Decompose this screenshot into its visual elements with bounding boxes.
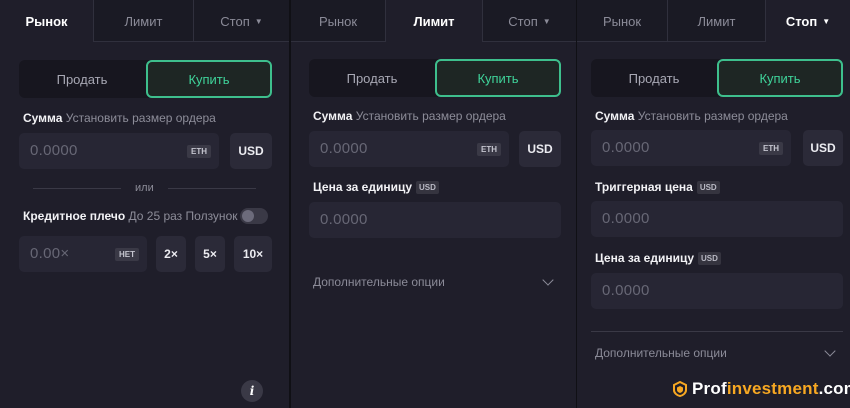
buy-button[interactable]: Купить [146, 60, 272, 98]
side-selector: Продать Купить [591, 59, 843, 97]
market-order-panel: Рынок Лимит Стоп ▼ Продать Купить Сумма У… [0, 0, 289, 408]
divider [33, 188, 121, 189]
caret-down-icon: ▼ [542, 16, 551, 26]
tab-market[interactable]: Рынок [577, 0, 668, 42]
caret-down-icon: ▼ [822, 16, 831, 26]
order-type-tabs: Рынок Лимит Стоп ▼ [291, 0, 576, 42]
order-panels: Рынок Лимит Стоп ▼ Продать Купить Сумма У… [0, 0, 850, 408]
unit-badge: ETH [477, 143, 501, 156]
sell-button[interactable]: Продать [19, 60, 145, 98]
stop-order-panel: Рынок Лимит Стоп ▼ Продать Купить Сумма У… [577, 0, 850, 408]
advanced-options-toggle[interactable]: Дополнительные опции [595, 346, 727, 360]
advanced-options-toggle[interactable]: Дополнительные опции [313, 275, 445, 289]
side-selector: Продать Купить [309, 59, 561, 97]
info-icon[interactable]: i [241, 380, 263, 402]
trigger-price-input[interactable]: 0.0000 [591, 201, 843, 237]
leverage-label: Кредитное плечо До 25 раз Ползунок [23, 209, 238, 223]
divider [591, 331, 843, 332]
chevron-down-icon[interactable] [542, 274, 554, 286]
leverage-2x-button[interactable]: 2× [156, 236, 186, 272]
buy-button[interactable]: Купить [717, 59, 843, 97]
unit-badge: ETH [187, 145, 211, 158]
unit-price-input[interactable]: 0.0000 [309, 202, 561, 238]
amount-label: Сумма Установить размер ордера [595, 109, 788, 123]
currency-toggle-button[interactable]: USD [230, 133, 272, 169]
tab-stop[interactable]: Стоп ▼ [766, 0, 850, 42]
leverage-10x-button[interactable]: 10× [234, 236, 272, 272]
caret-down-icon: ▼ [254, 16, 263, 26]
sell-button[interactable]: Продать [309, 59, 435, 97]
tab-market[interactable]: Рынок [291, 0, 386, 42]
buy-button[interactable]: Купить [435, 59, 561, 97]
currency-badge: USD [696, 181, 720, 194]
tab-stop[interactable]: Стоп ▼ [194, 0, 289, 42]
amount-label: Сумма Установить размер ордера [23, 111, 216, 125]
currency-badge: USD [698, 252, 721, 265]
divider [168, 188, 256, 189]
sell-button[interactable]: Продать [591, 59, 717, 97]
side-selector: Продать Купить [19, 60, 272, 98]
amount-input[interactable]: 0.0000 ETH [19, 133, 219, 169]
tab-limit[interactable]: Лимит [386, 0, 483, 42]
unit-badge: ETH [759, 142, 783, 155]
tab-market[interactable]: Рынок [0, 0, 94, 42]
tab-stop[interactable]: Стоп ▼ [483, 0, 576, 42]
watermark-text: Profinvestment.com [692, 379, 850, 398]
unit-price-label: Цена за единицу USD [595, 251, 721, 265]
watermark: Profinvestment.com [672, 376, 850, 402]
amount-input[interactable]: 0.0000 ETH [591, 130, 791, 166]
shield-logo-icon [673, 381, 687, 397]
currency-toggle-button[interactable]: USD [803, 130, 843, 166]
amount-input[interactable]: 0.0000 ETH [309, 131, 509, 167]
unit-price-input[interactable]: 0.0000 [591, 273, 843, 309]
leverage-5x-button[interactable]: 5× [195, 236, 225, 272]
amount-label: Сумма Установить размер ордера [313, 109, 506, 123]
limit-order-panel: Рынок Лимит Стоп ▼ Продать Купить Сумма У… [291, 0, 576, 408]
toggle-knob [242, 210, 254, 222]
currency-badge: USD [416, 181, 439, 194]
chevron-down-icon[interactable] [824, 345, 836, 357]
order-type-tabs: Рынок Лимит Стоп ▼ [577, 0, 850, 42]
tab-limit[interactable]: Лимит [668, 0, 766, 42]
trigger-price-label: Триггерная цена USD [595, 180, 720, 194]
leverage-input[interactable]: 0.00× НЕТ [19, 236, 147, 272]
or-label: или [135, 182, 154, 194]
currency-toggle-button[interactable]: USD [519, 131, 561, 167]
unit-price-label: Цена за единицу USD [313, 180, 439, 194]
slider-toggle[interactable] [240, 208, 268, 224]
tab-limit[interactable]: Лимит [94, 0, 194, 42]
none-badge: НЕТ [115, 248, 139, 261]
order-type-tabs: Рынок Лимит Стоп ▼ [0, 0, 289, 42]
